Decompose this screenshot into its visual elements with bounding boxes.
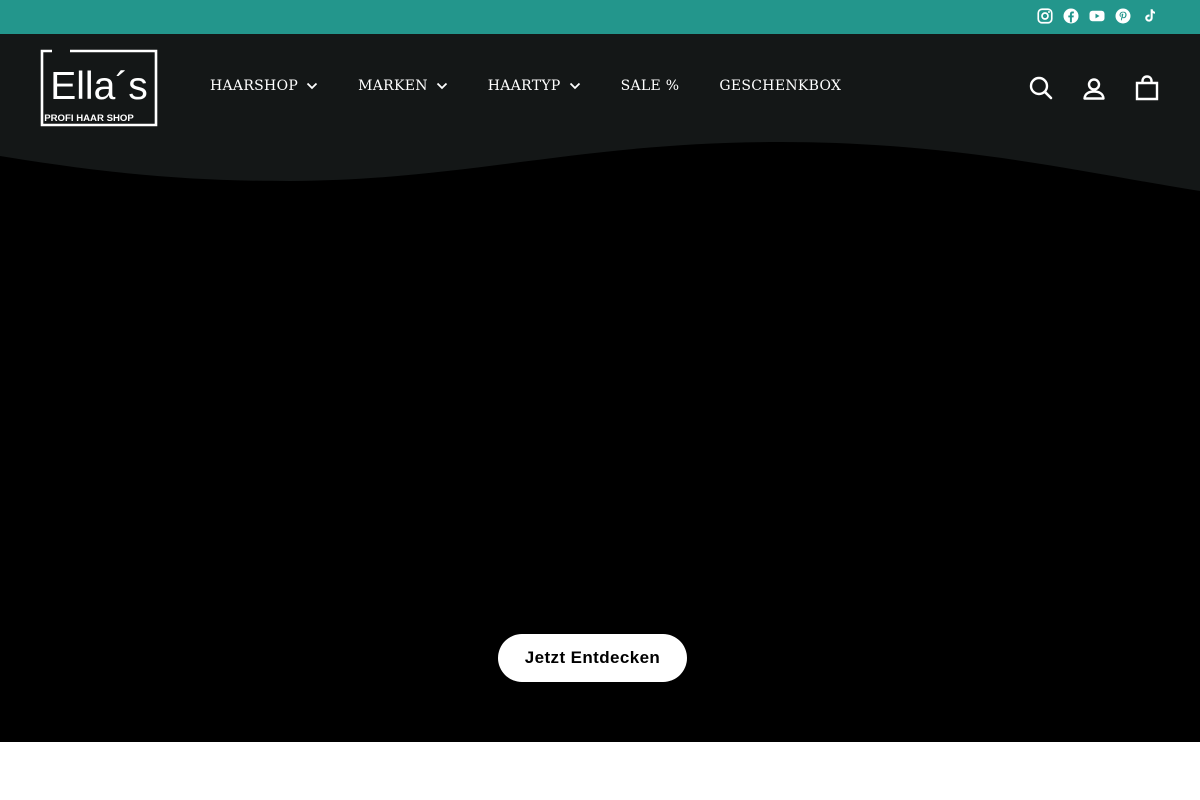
explore-button[interactable]: Jetzt Entdecken (498, 634, 687, 682)
main-nav: HAARSHOP MARKEN HAARTYP SALE % GESCHENKB… (210, 78, 881, 94)
chevron-down-icon (306, 82, 318, 90)
cart-icon[interactable] (1134, 74, 1160, 102)
header-actions (1028, 74, 1160, 102)
search-icon[interactable] (1028, 74, 1054, 102)
announcement-bar (0, 0, 1200, 34)
nav-item-sale[interactable]: SALE % (621, 78, 680, 94)
account-icon[interactable] (1081, 74, 1107, 102)
nav-item-haartyp[interactable]: HAARTYP (488, 78, 581, 94)
chevron-down-icon (569, 82, 580, 90)
nav-item-label: HAARSHOP (210, 78, 299, 94)
nav-item-label: GESCHENKBOX (719, 78, 842, 94)
youtube-icon[interactable] (1088, 7, 1106, 25)
site-logo[interactable]: Ella´s PROFI HAAR SHOP (40, 49, 160, 127)
nav-item-label: HAARTYP (487, 78, 561, 94)
hero-wave-divider (0, 140, 1200, 191)
facebook-icon[interactable] (1062, 7, 1080, 25)
instagram-icon[interactable] (1036, 7, 1054, 25)
pinterest-icon[interactable] (1114, 7, 1132, 25)
logo-wordmark: Ella´s (50, 65, 148, 108)
logo-tagline: PROFI HAAR SHOP (44, 113, 134, 124)
nav-item-haarshop[interactable]: HAARSHOP (210, 78, 318, 94)
nav-item-geschenkbox[interactable]: GESCHENKBOX (719, 78, 841, 94)
social-links (1036, 7, 1158, 25)
nav-item-marken[interactable]: MARKEN (358, 78, 448, 94)
nav-item-label: SALE % (620, 78, 680, 94)
tiktok-icon[interactable] (1140, 7, 1158, 25)
chevron-down-icon (436, 82, 447, 90)
nav-item-label: MARKEN (358, 78, 428, 94)
